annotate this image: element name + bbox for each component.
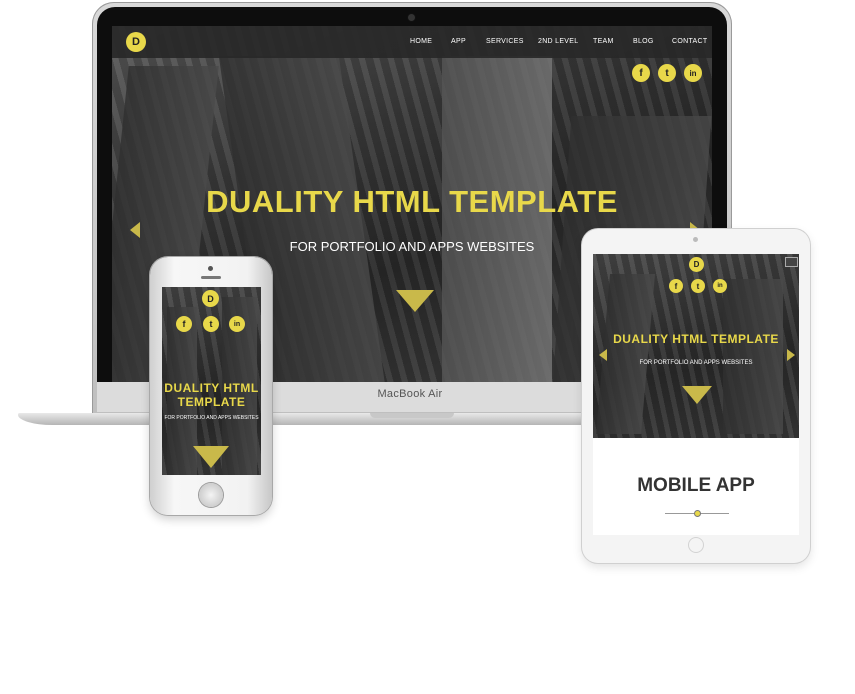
tablet-hero: D f t in DUALITY HTML TEMPLATE FOR PORTF… bbox=[593, 254, 799, 438]
device-label: MacBook Air bbox=[377, 388, 443, 400]
nav-app[interactable]: APP bbox=[451, 38, 466, 45]
facebook-icon[interactable]: f bbox=[176, 316, 192, 332]
tablet-camera-icon bbox=[693, 237, 698, 242]
hero-subtitle: FOR PORTFOLIO AND APPS WEBSITES bbox=[164, 415, 259, 421]
phone-speaker bbox=[201, 276, 221, 279]
scroll-down-icon[interactable] bbox=[396, 290, 434, 312]
nav-2nd-level[interactable]: 2ND LEVEL bbox=[538, 38, 578, 45]
logo[interactable]: D bbox=[689, 257, 704, 272]
nav-team[interactable]: TEAM bbox=[593, 38, 614, 45]
building-decoration bbox=[723, 279, 783, 434]
tablet-screen: D f t in DUALITY HTML TEMPLATE FOR PORTF… bbox=[593, 254, 799, 535]
linkedin-icon[interactable]: in bbox=[684, 64, 702, 82]
scroll-down-icon[interactable] bbox=[193, 446, 229, 468]
menu-icon[interactable] bbox=[785, 257, 798, 267]
laptop-notch bbox=[370, 413, 454, 418]
logo[interactable]: D bbox=[126, 32, 146, 52]
slider-prev-icon[interactable] bbox=[130, 222, 140, 238]
home-button-icon[interactable] bbox=[199, 483, 223, 507]
nav-contact[interactable]: CONTACT bbox=[672, 38, 707, 45]
phone-camera-icon bbox=[208, 266, 213, 271]
camera-icon bbox=[408, 14, 415, 21]
linkedin-icon[interactable]: in bbox=[229, 316, 245, 332]
facebook-icon[interactable]: f bbox=[632, 64, 650, 82]
scroll-down-icon[interactable] bbox=[682, 386, 712, 404]
hero-title: DUALITY HTML TEMPLATE bbox=[613, 332, 779, 346]
twitter-icon[interactable]: t bbox=[691, 279, 705, 293]
logo[interactable]: D bbox=[202, 290, 219, 307]
section-title: MOBILE APP bbox=[637, 475, 755, 496]
facebook-icon[interactable]: f bbox=[669, 279, 683, 293]
linkedin-icon[interactable]: in bbox=[713, 279, 727, 293]
phone-screen: D f t in DUALITY HTML TEMPLATE FOR PORTF… bbox=[162, 287, 261, 475]
twitter-icon[interactable]: t bbox=[203, 316, 219, 332]
tablet-home-button-icon[interactable] bbox=[689, 538, 703, 552]
hero-title-line2: TEMPLATE bbox=[177, 395, 246, 409]
nav-home[interactable]: HOME bbox=[410, 38, 432, 45]
hero-title-line1: DUALITY HTML bbox=[164, 381, 259, 395]
divider-dot-icon bbox=[695, 511, 700, 516]
hero-subtitle: FOR PORTFOLIO AND APPS WEBSITES bbox=[639, 360, 753, 366]
twitter-icon[interactable]: t bbox=[658, 64, 676, 82]
nav-bar: D HOME APP SERVICES 2ND LEVEL TEAM BLOG … bbox=[112, 26, 712, 58]
nav-blog[interactable]: BLOG bbox=[633, 38, 654, 45]
hero-title: DUALITY HTML TEMPLATE bbox=[206, 184, 618, 219]
nav-services[interactable]: SERVICES bbox=[486, 38, 524, 45]
